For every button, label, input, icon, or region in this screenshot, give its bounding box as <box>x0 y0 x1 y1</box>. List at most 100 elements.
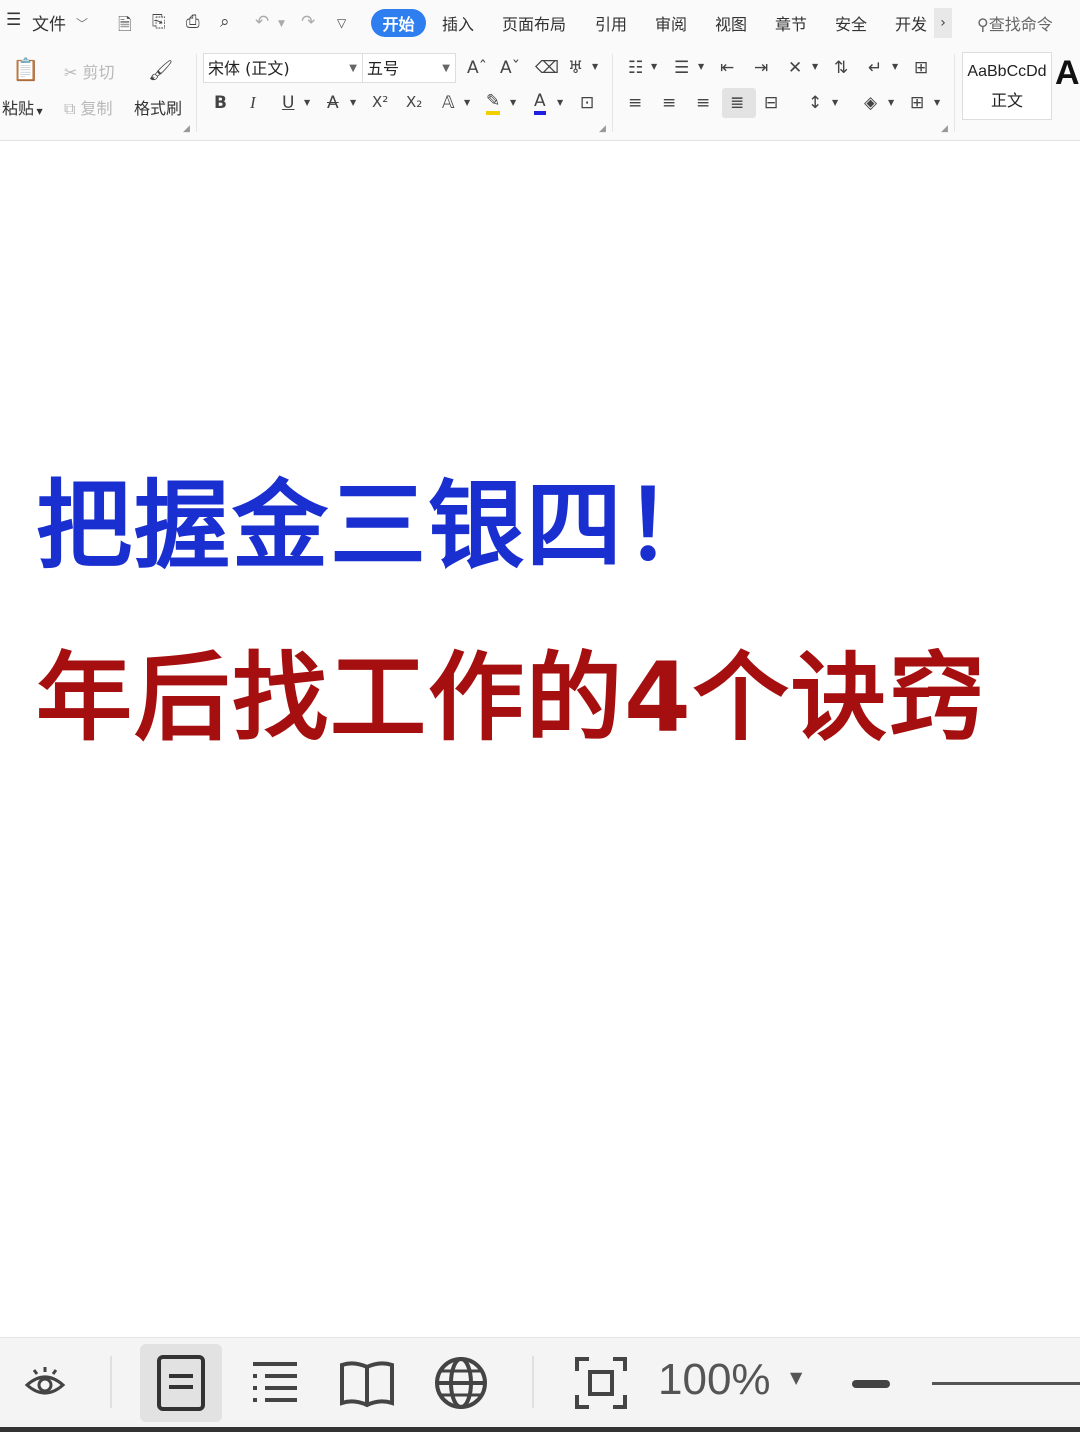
font-name-select[interactable]: 宋体 (正文) ▼ <box>203 53 363 83</box>
font-launcher-icon[interactable]: ◢ <box>599 124 606 134</box>
chevron-down-icon[interactable]: ▼ <box>698 62 704 71</box>
paragraph-mark-icon[interactable]: ↵ <box>868 58 882 78</box>
search-command[interactable]: ⚲查找命令 <box>977 11 1053 35</box>
chevron-down-icon[interactable]: ▼ <box>350 98 356 107</box>
eye-protection-icon[interactable] <box>14 1352 76 1414</box>
chevron-down-icon[interactable]: ▼ <box>832 98 838 107</box>
chevron-down-icon[interactable]: ▼ <box>464 98 470 107</box>
zoom-level[interactable]: 100% <box>658 1355 771 1405</box>
sort-icon[interactable]: ⇅ <box>834 58 848 78</box>
underline-button[interactable]: U <box>282 93 294 113</box>
chevron-down-icon[interactable]: ▼ <box>790 1368 802 1387</box>
divider <box>954 54 955 132</box>
chevron-down-icon[interactable]: ▼ <box>557 98 563 107</box>
clear-format-icon[interactable]: ⌫ <box>535 58 559 78</box>
shading-icon[interactable]: ◈ <box>864 93 877 113</box>
print-preview-icon[interactable]: ⌕ <box>220 12 230 32</box>
divider <box>196 54 197 132</box>
divider <box>110 1356 112 1408</box>
chinese-layout-icon[interactable]: ✕ <box>788 58 802 78</box>
tab-developer[interactable]: 开发 <box>895 11 927 35</box>
undo-dropdown-icon[interactable]: ▼ <box>278 19 285 29</box>
chevron-down-icon[interactable]: ▼ <box>812 62 818 71</box>
cut-label: 剪切 <box>82 63 115 82</box>
reading-mode-icon[interactable] <box>336 1352 398 1414</box>
window-bottom-edge <box>0 1427 1080 1443</box>
outline-view-icon[interactable] <box>244 1352 306 1414</box>
export-pdf-icon[interactable]: ⎘ <box>152 12 166 32</box>
divider <box>612 54 613 132</box>
decrease-indent-icon[interactable]: ⇤ <box>720 58 734 78</box>
bullet-list-icon[interactable]: ☷ <box>628 58 643 78</box>
chevron-down-icon[interactable]: ﹀ <box>76 15 88 32</box>
chevron-down-icon[interactable]: ▼ <box>934 98 940 107</box>
align-left-icon[interactable]: ≡ <box>628 93 642 113</box>
paragraph-launcher-icon[interactable]: ◢ <box>941 124 948 134</box>
ruler-icon[interactable]: ⊞ <box>914 58 928 78</box>
italic-button[interactable]: I <box>250 93 256 113</box>
decrease-font-icon[interactable]: Aˇ <box>500 58 520 78</box>
tab-insert[interactable]: 插入 <box>442 11 474 35</box>
tab-page-layout[interactable]: 页面布局 <box>502 11 566 35</box>
tab-view[interactable]: 视图 <box>715 11 747 35</box>
menu-bar: ☰ 文件 ﹀ 🗎 ⎘ ⎙ ⌕ ↶ ▼ ↷ ▽ 开始 插入 页面布局 引用 审阅 … <box>0 0 1080 46</box>
strikethrough-button[interactable]: A <box>327 93 339 113</box>
style-heading-preview[interactable]: A <box>1055 54 1080 93</box>
page-view-icon[interactable] <box>140 1344 222 1422</box>
chevron-down-icon[interactable]: ▼ <box>892 62 898 71</box>
highlight-icon[interactable]: ✎ <box>486 91 501 115</box>
increase-font-icon[interactable]: Aˆ <box>467 58 487 78</box>
paste-button[interactable]: 粘贴 ▼ <box>2 95 43 119</box>
align-justify-icon[interactable]: ≣ <box>730 93 744 113</box>
style-name: 正文 <box>990 91 1023 110</box>
scissors-icon: ✂ <box>64 63 78 82</box>
distributed-align-icon[interactable]: ⊟ <box>764 93 778 113</box>
phonetic-guide-icon[interactable]: ♅ <box>568 58 583 78</box>
style-normal[interactable]: AaBbCcDd 正文 <box>962 52 1052 120</box>
web-view-icon[interactable] <box>430 1352 492 1414</box>
tab-home[interactable]: 开始 <box>371 9 426 37</box>
line-spacing-icon[interactable]: ↕ <box>808 93 822 113</box>
zoom-out-icon[interactable] <box>852 1380 890 1388</box>
bold-button[interactable]: B <box>214 93 227 113</box>
text-effect-icon[interactable]: 𝔸 <box>442 93 455 113</box>
chevron-right-icon[interactable]: › <box>934 8 952 38</box>
tab-security[interactable]: 安全 <box>835 11 867 35</box>
zoom-slider[interactable] <box>932 1382 1080 1385</box>
paste-icon[interactable]: 📋 <box>12 58 39 83</box>
subscript-button[interactable]: X₂ <box>406 93 422 111</box>
chevron-down-icon: ▼ <box>349 63 357 74</box>
chevron-down-icon[interactable]: ▼ <box>888 98 894 107</box>
chevron-down-icon[interactable]: ▼ <box>510 98 516 107</box>
save-icon[interactable]: 🗎 <box>118 12 132 41</box>
paste-label: 粘贴 <box>2 99 35 118</box>
redo-icon[interactable]: ↷ <box>301 12 315 32</box>
clipboard-launcher-icon[interactable]: ◢ <box>183 124 190 134</box>
font-color-icon[interactable]: A <box>534 91 546 115</box>
tab-review[interactable]: 审阅 <box>655 11 687 35</box>
format-painter-button[interactable]: 格式刷 <box>134 95 182 119</box>
undo-icon[interactable]: ↶ <box>255 12 269 32</box>
format-painter-icon[interactable]: 🖌 <box>148 58 173 82</box>
hamburger-icon[interactable]: ☰ <box>6 10 21 30</box>
font-size-select[interactable]: 五号 ▼ <box>362 53 456 83</box>
chevron-down-icon[interactable]: ▼ <box>304 98 310 107</box>
chevron-down-icon[interactable]: ▼ <box>651 62 657 71</box>
file-menu[interactable]: 文件 <box>32 10 66 35</box>
copy-button[interactable]: ⧉ 复制 <box>64 95 113 119</box>
print-icon[interactable]: ⎙ <box>186 12 200 32</box>
chevron-down-icon[interactable]: ▼ <box>592 62 598 71</box>
superscript-button[interactable]: X² <box>372 93 388 111</box>
align-center-icon[interactable]: ≡ <box>662 93 676 113</box>
tab-references[interactable]: 引用 <box>595 11 627 35</box>
ribbon-home: 📋 粘贴 ▼ ✂ 剪切 ⧉ 复制 🖌 格式刷 ◢ 宋体 (正文) ▼ 五号 ▼ Aˆ… <box>0 46 1080 141</box>
numbered-list-icon[interactable]: ☰ <box>674 58 689 78</box>
increase-indent-icon[interactable]: ⇥ <box>754 58 768 78</box>
character-border-icon[interactable]: ⊡ <box>580 93 594 113</box>
align-right-icon[interactable]: ≡ <box>696 93 710 113</box>
customize-toolbar-icon[interactable]: ▽ <box>337 16 346 30</box>
borders-icon[interactable]: ⊞ <box>910 93 924 113</box>
fit-page-icon[interactable] <box>570 1352 632 1414</box>
cut-button[interactable]: ✂ 剪切 <box>64 59 115 83</box>
tab-chapter[interactable]: 章节 <box>775 11 807 35</box>
